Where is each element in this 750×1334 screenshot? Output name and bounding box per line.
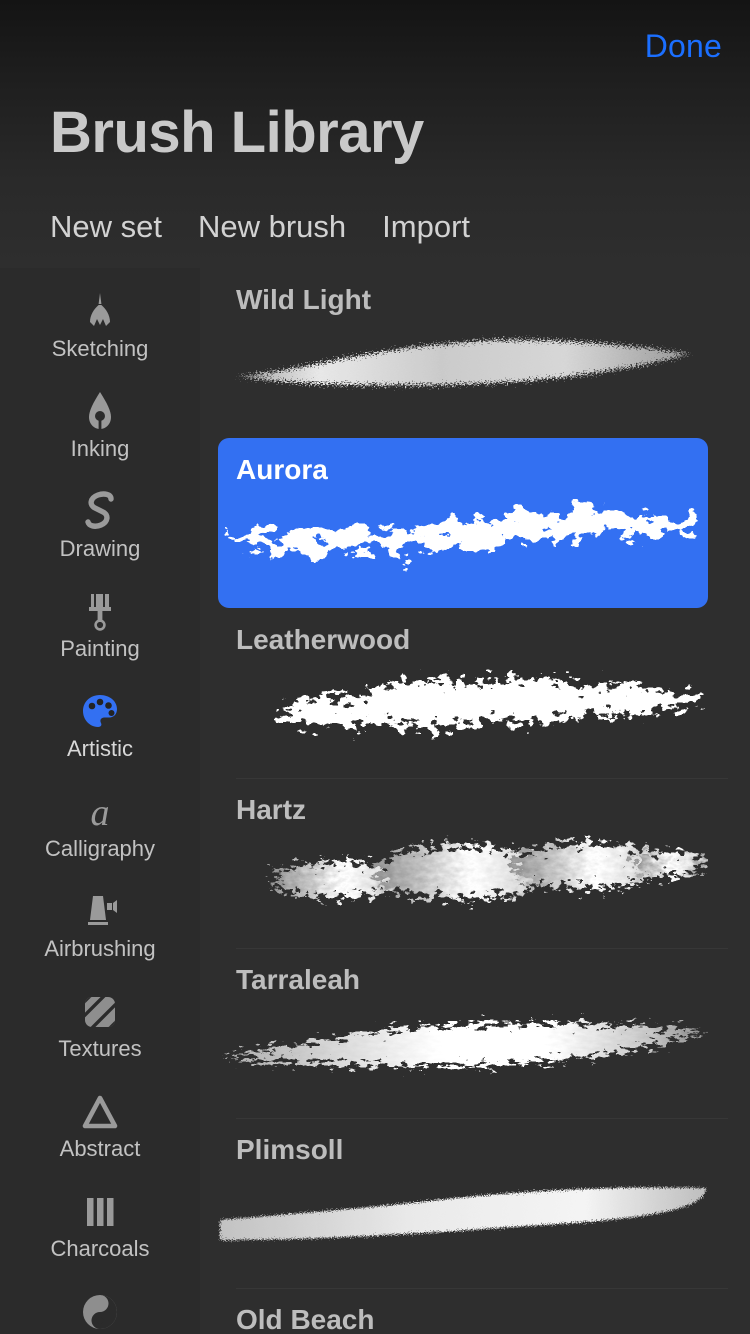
paintbrush-icon bbox=[78, 590, 122, 634]
sidebar-item-label: Calligraphy bbox=[44, 836, 156, 861]
letter-a-icon: a bbox=[78, 790, 122, 834]
svg-text:a: a bbox=[91, 792, 110, 834]
brush-row[interactable]: Plimsoll bbox=[218, 1118, 750, 1288]
brush-name: Plimsoll bbox=[236, 1134, 344, 1165]
sidebar-item-drawing[interactable]: Drawing bbox=[0, 468, 200, 568]
row-separator bbox=[236, 778, 728, 779]
brush-list[interactable]: Wild Light Aurora Leatherwood Hartz Tarr… bbox=[200, 268, 750, 1334]
brush-row[interactable]: Wild Light bbox=[218, 268, 750, 438]
sidebar-item-label: Airbrushing bbox=[44, 936, 156, 961]
brush-name: Leatherwood bbox=[236, 624, 411, 655]
brush-library-screen: Done Brush Library New set New brush Imp… bbox=[0, 0, 750, 1334]
header: Done Brush Library New set New brush Imp… bbox=[0, 0, 750, 268]
brush-row[interactable]: Hartz bbox=[218, 778, 750, 948]
new-set-button[interactable]: New set bbox=[50, 208, 162, 245]
brush-stroke-preview bbox=[218, 978, 708, 1110]
done-button[interactable]: Done bbox=[645, 30, 722, 62]
brush-name: Old Beach bbox=[236, 1304, 375, 1334]
sidebar-item-charcoals[interactable]: Charcoals bbox=[0, 1168, 200, 1268]
sidebar-item-label: Painting bbox=[60, 636, 140, 661]
brush-name: Aurora bbox=[236, 454, 328, 485]
sidebar-item-sketching[interactable]: Sketching bbox=[0, 268, 200, 368]
new-brush-button[interactable]: New brush bbox=[198, 208, 346, 245]
sidebar-item-label: Textures bbox=[58, 1036, 142, 1061]
row-separator bbox=[236, 1118, 728, 1119]
brush-row[interactable]: Leatherwood bbox=[218, 608, 750, 778]
brush-name: Hartz bbox=[236, 794, 307, 825]
row-separator bbox=[236, 948, 728, 949]
page-title: Brush Library bbox=[50, 100, 424, 165]
triangle-icon bbox=[78, 1090, 122, 1134]
sidebar-item-label: Charcoals bbox=[50, 1236, 150, 1261]
squiggle-icon bbox=[78, 490, 122, 534]
category-sidebar[interactable]: Sketching Inking Drawing Painting Artist bbox=[0, 268, 200, 1334]
pencil-tip-icon bbox=[78, 290, 122, 334]
sidebar-item-painting[interactable]: Painting bbox=[0, 568, 200, 668]
sidebar-item-label: Abstract bbox=[59, 1136, 141, 1161]
brush-stroke-preview bbox=[218, 808, 708, 940]
action-row: New set New brush Import bbox=[50, 208, 470, 245]
sidebar-item-airbrushing[interactable]: Airbrushing bbox=[0, 868, 200, 968]
sidebar-item-elements[interactable]: Elements bbox=[0, 1268, 200, 1334]
airbrush-icon bbox=[78, 890, 122, 934]
brush-row[interactable]: Tarraleah bbox=[218, 948, 750, 1118]
yin-yang-icon bbox=[78, 1290, 122, 1334]
sidebar-item-artistic[interactable]: Artistic bbox=[0, 668, 200, 768]
brush-name: Tarraleah bbox=[236, 964, 360, 995]
brush-stroke-preview bbox=[218, 468, 708, 600]
hatched-square-icon bbox=[78, 990, 122, 1034]
import-button[interactable]: Import bbox=[382, 208, 470, 245]
sidebar-item-calligraphy[interactable]: a Calligraphy bbox=[0, 768, 200, 868]
brush-stroke-preview bbox=[218, 298, 708, 430]
brush-name: Wild Light bbox=[236, 284, 372, 315]
sidebar-item-label: Inking bbox=[70, 436, 130, 461]
brush-stroke-preview bbox=[218, 1148, 708, 1280]
row-separator bbox=[236, 1288, 728, 1289]
sidebar-item-label: Artistic bbox=[67, 736, 133, 761]
sidebar-item-label: Drawing bbox=[59, 536, 141, 561]
palette-icon bbox=[78, 690, 122, 734]
brush-row[interactable]: Aurora bbox=[218, 438, 750, 608]
brush-row[interactable]: Old Beach bbox=[218, 1288, 750, 1334]
sidebar-item-label: Sketching bbox=[51, 336, 149, 361]
sidebar-item-textures[interactable]: Textures bbox=[0, 968, 200, 1068]
brush-stroke-preview bbox=[218, 638, 708, 770]
sidebar-item-inking[interactable]: Inking bbox=[0, 368, 200, 468]
row-separator bbox=[236, 608, 728, 609]
three-bars-icon bbox=[78, 1190, 122, 1234]
pen-nib-icon bbox=[78, 390, 122, 434]
sidebar-item-abstract[interactable]: Abstract bbox=[0, 1068, 200, 1168]
